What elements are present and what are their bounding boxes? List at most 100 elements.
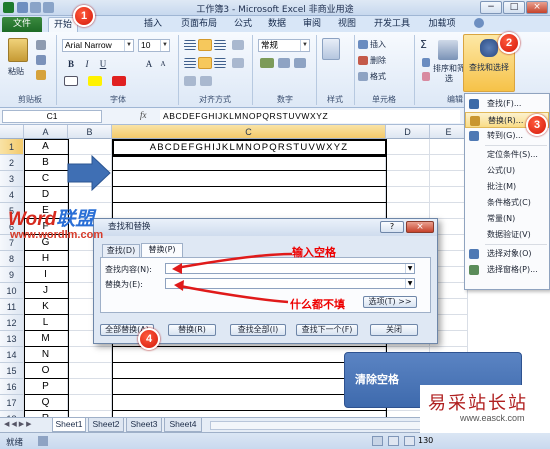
decrease-indent-icon[interactable] xyxy=(184,76,196,86)
font-size-select[interactable]: 10 ▼ xyxy=(138,39,170,52)
number-format-select[interactable]: 常规 ▼ xyxy=(258,39,310,52)
align-left-icon[interactable] xyxy=(184,58,196,68)
column-header[interactable]: A xyxy=(24,125,68,139)
delete-button[interactable]: 删除 xyxy=(370,55,386,66)
sheet-tab[interactable]: Sheet2 xyxy=(88,418,124,432)
align-top-icon[interactable] xyxy=(184,40,196,50)
font-name-select[interactable]: Arial Narrow ▼ xyxy=(62,39,134,52)
cell-a[interactable]: B xyxy=(25,155,66,170)
row-header[interactable]: 3 xyxy=(0,171,24,187)
find-all-button[interactable]: 查找全部(I) xyxy=(230,324,286,336)
tab-insert[interactable]: 插入 xyxy=(138,17,168,32)
fill-icon[interactable] xyxy=(422,58,430,67)
comma-icon[interactable] xyxy=(294,58,306,68)
row-header[interactable]: 15 xyxy=(0,363,24,379)
options-button[interactable]: 选项(T) >> xyxy=(363,296,417,308)
orientation-icon[interactable] xyxy=(232,40,244,50)
tab-addins[interactable]: 加载项 xyxy=(422,17,462,32)
cut-icon[interactable] xyxy=(36,40,46,50)
row-header[interactable]: 17 xyxy=(0,395,24,411)
grow-font-button[interactable]: A xyxy=(142,58,156,71)
row-header[interactable]: 12 xyxy=(0,315,24,331)
shrink-font-button[interactable]: A xyxy=(156,58,170,71)
cell-a[interactable]: Q xyxy=(25,395,66,410)
align-bottom-icon[interactable] xyxy=(214,40,226,50)
sheet-tab[interactable]: Sheet4 xyxy=(164,418,202,432)
align-center-icon[interactable] xyxy=(198,57,212,69)
cell-a[interactable]: O xyxy=(25,363,66,378)
format-painter-icon[interactable] xyxy=(36,70,46,80)
dialog-close-text-button[interactable]: 关闭 xyxy=(370,324,418,336)
row-header[interactable]: 8 xyxy=(0,251,24,267)
tab-formulas[interactable]: 公式 xyxy=(228,17,258,32)
tab-file[interactable]: 文件 xyxy=(2,17,42,32)
formula-input[interactable]: ABCDEFGHIJKLMNOPQRSTUVWXYZ xyxy=(160,110,460,123)
percent-icon[interactable] xyxy=(278,58,290,68)
menu-item-data-validation[interactable]: 数据验证(V) xyxy=(465,227,549,243)
column-header[interactable]: B xyxy=(68,125,112,139)
fill-color-icon[interactable] xyxy=(88,76,102,86)
normal-view-icon[interactable] xyxy=(372,436,383,446)
tab-review[interactable]: 审阅 xyxy=(297,17,327,32)
styles-icon[interactable] xyxy=(322,38,340,60)
format-button[interactable]: 格式 xyxy=(370,71,386,82)
cell-a[interactable]: H xyxy=(25,251,66,266)
name-box[interactable]: C1 xyxy=(2,110,102,123)
page-layout-view-icon[interactable] xyxy=(388,436,399,446)
font-color-icon[interactable] xyxy=(112,76,126,86)
paste-icon[interactable] xyxy=(8,38,28,62)
tab-view[interactable]: 视图 xyxy=(332,17,362,32)
dialog-close-button[interactable]: × xyxy=(406,221,434,233)
replace-button[interactable]: 替换(R) xyxy=(168,324,216,336)
cell-a[interactable]: K xyxy=(25,299,66,314)
row-header[interactable]: 13 xyxy=(0,331,24,347)
cell-a[interactable]: N xyxy=(25,347,66,362)
column-header[interactable]: E xyxy=(430,125,468,139)
select-all-corner[interactable] xyxy=(0,125,24,139)
border-icon[interactable] xyxy=(64,76,78,86)
sort-filter-button[interactable]: 排序和筛选 xyxy=(432,64,466,84)
dialog-help-button[interactable]: ? xyxy=(380,221,404,233)
cell-a[interactable]: M xyxy=(25,331,66,346)
sheet-tab[interactable]: Sheet1 xyxy=(52,418,86,432)
minimize-button[interactable]: − xyxy=(480,1,502,14)
macro-record-icon[interactable] xyxy=(38,436,48,446)
menu-item-select-objects[interactable]: 选择对象(O) xyxy=(465,246,549,262)
menu-item-formulas[interactable]: 公式(U) xyxy=(465,163,549,179)
help-icon[interactable] xyxy=(474,18,484,28)
maximize-button[interactable]: □ xyxy=(503,1,525,14)
sheet-nav-icon[interactable]: ◀◀▶▶ xyxy=(4,420,48,430)
cell-a[interactable]: C xyxy=(25,171,66,186)
paste-button[interactable]: 粘贴 xyxy=(8,66,24,77)
row-header[interactable]: 4 xyxy=(0,187,24,203)
tab-page-layout[interactable]: 页面布局 xyxy=(174,17,224,32)
row-header[interactable]: 1 xyxy=(0,139,24,155)
row-header[interactable]: 2 xyxy=(0,155,24,171)
row-header[interactable]: 14 xyxy=(0,347,24,363)
page-break-view-icon[interactable] xyxy=(404,436,415,446)
sheet-tab[interactable]: Sheet3 xyxy=(126,418,162,432)
align-right-icon[interactable] xyxy=(214,58,226,68)
cell-a[interactable]: L xyxy=(25,315,66,330)
column-header[interactable]: D xyxy=(386,125,430,139)
merge-icon[interactable] xyxy=(232,58,244,68)
row-header[interactable]: 10 xyxy=(0,283,24,299)
tab-data[interactable]: 数据 xyxy=(262,17,292,32)
menu-item-goto-special[interactable]: 定位条件(S)... xyxy=(465,147,549,163)
tab-developer[interactable]: 开发工具 xyxy=(367,17,417,32)
cell-a[interactable]: D xyxy=(25,187,66,202)
menu-item-comments[interactable]: 批注(M) xyxy=(465,179,549,195)
zoom-level[interactable]: 130 xyxy=(418,436,433,445)
align-middle-icon[interactable] xyxy=(198,39,212,51)
bold-button[interactable]: B xyxy=(64,58,78,71)
menu-item-conditional-formatting[interactable]: 条件格式(C) xyxy=(465,195,549,211)
currency-icon[interactable] xyxy=(260,58,274,68)
fx-icon[interactable]: fx xyxy=(140,110,147,120)
menu-item-selection-pane[interactable]: 选择窗格(P)... xyxy=(465,262,549,278)
find-next-button[interactable]: 查找下一个(F) xyxy=(296,324,358,336)
horizontal-scrollbar[interactable] xyxy=(210,421,450,430)
row-header[interactable]: 11 xyxy=(0,299,24,315)
insert-button[interactable]: 插入 xyxy=(370,39,386,50)
underline-button[interactable]: U xyxy=(96,58,110,71)
menu-item-find[interactable]: 查找(F)... xyxy=(465,96,549,112)
